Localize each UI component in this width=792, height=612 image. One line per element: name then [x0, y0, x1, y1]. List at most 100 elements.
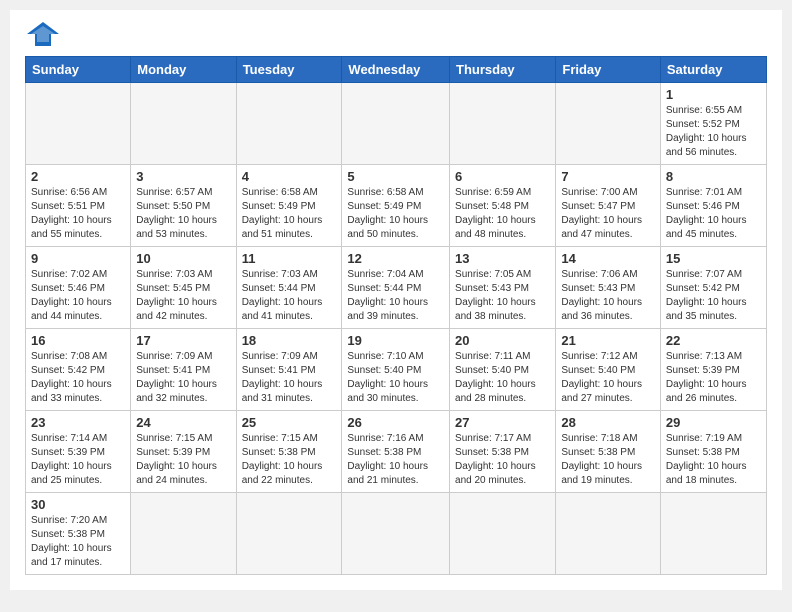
calendar-cell	[236, 493, 342, 575]
day-info: Sunrise: 7:16 AM Sunset: 5:38 PM Dayligh…	[347, 432, 444, 488]
calendar-cell: 19 Sunrise: 7:10 AM Sunset: 5:40 PM Dayli…	[342, 329, 450, 411]
calendar-cell: 21 Sunrise: 7:12 AM Sunset: 5:40 PM Dayli…	[556, 329, 661, 411]
calendar-cell: 27Sunrise: 7:17 AM Sunset: 5:38 PM Dayli…	[450, 411, 556, 493]
calendar-cell: 9Sunrise: 7:02 AM Sunset: 5:46 PM Daylig…	[26, 247, 131, 329]
day-info: Sunrise: 7:02 AM Sunset: 5:46 PM Dayligh…	[31, 268, 125, 324]
day-info: Sunrise: 7:01 AM Sunset: 5:46 PM Dayligh…	[666, 186, 761, 242]
calendar-cell: 15 Sunrise: 7:07 AM Sunset: 5:42 PM Dayli…	[660, 247, 766, 329]
day-info: Sunrise: 7:11 AM Sunset: 5:40 PM Dayligh…	[455, 350, 550, 406]
day-info: Sunrise: 7:04 AM Sunset: 5:44 PM Dayligh…	[347, 268, 444, 324]
calendar-cell: 14Sunrise: 7:06 AM Sunset: 5:43 PM Dayli…	[556, 247, 661, 329]
calendar-cell: 28 Sunrise: 7:18 AM Sunset: 5:38 PM Dayli…	[556, 411, 661, 493]
day-header-monday: Monday	[131, 57, 236, 83]
logo-icon	[25, 20, 61, 48]
day-number: 1	[666, 87, 761, 102]
day-number: 27	[455, 415, 550, 430]
day-info: Sunrise: 7:03 AM Sunset: 5:44 PM Dayligh…	[242, 268, 337, 324]
calendar-cell	[342, 493, 450, 575]
day-header-thursday: Thursday	[450, 57, 556, 83]
day-number: 30	[31, 497, 125, 512]
day-number: 21	[561, 333, 655, 348]
calendar-cell	[131, 83, 236, 165]
day-info: Sunrise: 7:10 AM Sunset: 5:40 PM Dayligh…	[347, 350, 444, 406]
day-info: Sunrise: 7:14 AM Sunset: 5:39 PM Dayligh…	[31, 432, 125, 488]
day-number: 3	[136, 169, 230, 184]
calendar-week-row: 9Sunrise: 7:02 AM Sunset: 5:46 PM Daylig…	[26, 247, 767, 329]
calendar-cell: 3 Sunrise: 6:57 AM Sunset: 5:50 PM Daylig…	[131, 165, 236, 247]
calendar-cell: 16Sunrise: 7:08 AM Sunset: 5:42 PM Dayli…	[26, 329, 131, 411]
day-number: 13	[455, 251, 550, 266]
calendar-week-row: 30Sunrise: 7:20 AM Sunset: 5:38 PM Dayli…	[26, 493, 767, 575]
calendar-cell: 29 Sunrise: 7:19 AM Sunset: 5:38 PM Dayli…	[660, 411, 766, 493]
day-header-friday: Friday	[556, 57, 661, 83]
day-info: Sunrise: 7:19 AM Sunset: 5:38 PM Dayligh…	[666, 432, 761, 488]
day-number: 15	[666, 251, 761, 266]
day-number: 4	[242, 169, 337, 184]
calendar-page: SundayMondayTuesdayWednesdayThursdayFrid…	[10, 10, 782, 590]
calendar-cell: 30Sunrise: 7:20 AM Sunset: 5:38 PM Dayli…	[26, 493, 131, 575]
calendar-week-row: 16Sunrise: 7:08 AM Sunset: 5:42 PM Dayli…	[26, 329, 767, 411]
day-info: Sunrise: 7:09 AM Sunset: 5:41 PM Dayligh…	[136, 350, 230, 406]
day-number: 18	[242, 333, 337, 348]
day-number: 8	[666, 169, 761, 184]
day-header-sunday: Sunday	[26, 57, 131, 83]
day-info: Sunrise: 7:13 AM Sunset: 5:39 PM Dayligh…	[666, 350, 761, 406]
calendar-cell: 4Sunrise: 6:58 AM Sunset: 5:49 PM Daylig…	[236, 165, 342, 247]
day-number: 5	[347, 169, 444, 184]
calendar-cell: 17 Sunrise: 7:09 AM Sunset: 5:41 PM Dayli…	[131, 329, 236, 411]
day-info: Sunrise: 7:03 AM Sunset: 5:45 PM Dayligh…	[136, 268, 230, 324]
calendar-cell: 23Sunrise: 7:14 AM Sunset: 5:39 PM Dayli…	[26, 411, 131, 493]
day-number: 11	[242, 251, 337, 266]
calendar-cell	[342, 83, 450, 165]
calendar-week-row: 1Sunrise: 6:55 AM Sunset: 5:52 PM Daylig…	[26, 83, 767, 165]
day-number: 19	[347, 333, 444, 348]
calendar-cell: 10 Sunrise: 7:03 AM Sunset: 5:45 PM Dayli…	[131, 247, 236, 329]
day-info: Sunrise: 7:00 AM Sunset: 5:47 PM Dayligh…	[561, 186, 655, 242]
day-info: Sunrise: 6:57 AM Sunset: 5:50 PM Dayligh…	[136, 186, 230, 242]
calendar-cell	[26, 83, 131, 165]
day-number: 6	[455, 169, 550, 184]
day-number: 14	[561, 251, 655, 266]
day-number: 20	[455, 333, 550, 348]
calendar-cell: 24 Sunrise: 7:15 AM Sunset: 5:39 PM Dayli…	[131, 411, 236, 493]
day-info: Sunrise: 6:56 AM Sunset: 5:51 PM Dayligh…	[31, 186, 125, 242]
calendar-cell: 8 Sunrise: 7:01 AM Sunset: 5:46 PM Daylig…	[660, 165, 766, 247]
day-info: Sunrise: 7:15 AM Sunset: 5:39 PM Dayligh…	[136, 432, 230, 488]
calendar-cell: 12 Sunrise: 7:04 AM Sunset: 5:44 PM Dayli…	[342, 247, 450, 329]
calendar-cell: 18 Sunrise: 7:09 AM Sunset: 5:41 PM Dayli…	[236, 329, 342, 411]
day-number: 29	[666, 415, 761, 430]
day-number: 12	[347, 251, 444, 266]
day-number: 28	[561, 415, 655, 430]
calendar-cell: 26Sunrise: 7:16 AM Sunset: 5:38 PM Dayli…	[342, 411, 450, 493]
calendar-cell: 6 Sunrise: 6:59 AM Sunset: 5:48 PM Daylig…	[450, 165, 556, 247]
day-number: 2	[31, 169, 125, 184]
calendar-cell: 7 Sunrise: 7:00 AM Sunset: 5:47 PM Daylig…	[556, 165, 661, 247]
day-number: 17	[136, 333, 230, 348]
day-info: Sunrise: 7:18 AM Sunset: 5:38 PM Dayligh…	[561, 432, 655, 488]
calendar-cell: 1Sunrise: 6:55 AM Sunset: 5:52 PM Daylig…	[660, 83, 766, 165]
calendar-table: SundayMondayTuesdayWednesdayThursdayFrid…	[25, 56, 767, 575]
calendar-cell	[131, 493, 236, 575]
day-number: 24	[136, 415, 230, 430]
day-info: Sunrise: 6:58 AM Sunset: 5:49 PM Dayligh…	[347, 186, 444, 242]
day-number: 25	[242, 415, 337, 430]
calendar-week-row: 2 Sunrise: 6:56 AM Sunset: 5:51 PM Daylig…	[26, 165, 767, 247]
calendar-cell: 13 Sunrise: 7:05 AM Sunset: 5:43 PM Dayli…	[450, 247, 556, 329]
calendar-cell	[660, 493, 766, 575]
calendar-cell	[450, 493, 556, 575]
calendar-cell: 5 Sunrise: 6:58 AM Sunset: 5:49 PM Daylig…	[342, 165, 450, 247]
day-info: Sunrise: 7:05 AM Sunset: 5:43 PM Dayligh…	[455, 268, 550, 324]
day-info: Sunrise: 7:12 AM Sunset: 5:40 PM Dayligh…	[561, 350, 655, 406]
day-info: Sunrise: 7:09 AM Sunset: 5:41 PM Dayligh…	[242, 350, 337, 406]
calendar-cell: 25Sunrise: 7:15 AM Sunset: 5:38 PM Dayli…	[236, 411, 342, 493]
calendar-week-row: 23Sunrise: 7:14 AM Sunset: 5:39 PM Dayli…	[26, 411, 767, 493]
day-number: 16	[31, 333, 125, 348]
day-number: 10	[136, 251, 230, 266]
day-info: Sunrise: 7:07 AM Sunset: 5:42 PM Dayligh…	[666, 268, 761, 324]
day-number: 7	[561, 169, 655, 184]
day-number: 22	[666, 333, 761, 348]
day-info: Sunrise: 6:59 AM Sunset: 5:48 PM Dayligh…	[455, 186, 550, 242]
calendar-cell	[236, 83, 342, 165]
calendar-cell: 20 Sunrise: 7:11 AM Sunset: 5:40 PM Dayli…	[450, 329, 556, 411]
calendar-cell	[450, 83, 556, 165]
